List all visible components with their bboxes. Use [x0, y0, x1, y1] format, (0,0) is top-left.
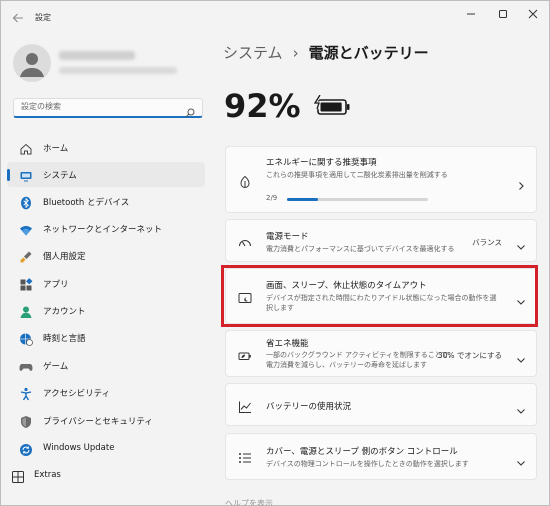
brush-icon [19, 249, 33, 263]
card-title: バッテリーの使用状況 [266, 402, 352, 412]
energy-recommendations-card[interactable]: エネルギーに関する推奨事項 これらの推奨事項を適用して二酸化炭素排出量を削減する… [225, 146, 537, 213]
card-title: 省エネ機能 [266, 339, 309, 349]
settings-window: 設定 ホーム システム [0, 0, 550, 506]
battery-percentage: 92% [224, 87, 301, 125]
maximize-icon[interactable] [493, 7, 513, 21]
sidebar-item-label: 個人用設定 [43, 252, 86, 262]
list-settings-icon [238, 450, 252, 464]
sidebar-item-personalization[interactable]: 個人用設定 [7, 243, 205, 268]
sidebar-item-label: Extras [34, 470, 61, 480]
sidebar-item-system[interactable]: システム [7, 162, 205, 187]
close-icon[interactable] [523, 7, 543, 21]
speedometer-icon [238, 235, 252, 249]
sidebar-item-label: ゲーム [43, 362, 69, 372]
sidebar-item-bluetooth[interactable]: Bluetooth とデバイス [7, 189, 205, 214]
account-icon [19, 304, 33, 318]
card-description: デバイスの物理コントロールを操作したときの動作を選択します [266, 460, 469, 468]
sidebar-item-label: Windows Update [43, 443, 115, 453]
app-title: 設定 [35, 13, 51, 22]
sidebar-item-home[interactable]: ホーム [7, 135, 205, 160]
avatar[interactable] [13, 44, 51, 82]
chevron-right-icon [516, 176, 526, 190]
sidebar-item-label: プライバシーとセキュリティ [43, 417, 153, 427]
sidebar-item-extras[interactable]: Extras [1, 463, 199, 488]
battery-usage-card[interactable]: バッテリーの使用状況 [225, 383, 537, 426]
sidebar-item-apps[interactable]: アプリ [7, 271, 205, 296]
home-icon [19, 141, 33, 155]
power-mode-value[interactable]: バランス [472, 237, 502, 248]
chevron-down-icon[interactable] [516, 237, 526, 250]
user-name-redacted [59, 51, 135, 60]
extras-icon [11, 469, 25, 483]
card-title: 電源モード [266, 232, 309, 242]
update-icon [19, 442, 33, 456]
bluetooth-icon [19, 195, 33, 210]
shield-icon [19, 414, 33, 428]
card-description: 一部のバックグラウンド アクティビティを制限することで、電力消費を減らし、バッテ… [266, 351, 456, 369]
chevron-down-icon[interactable] [516, 453, 526, 466]
sidebar-item-windows-update[interactable]: Windows Update [7, 436, 205, 461]
highlight-box [221, 265, 538, 327]
battery-leaf-icon [238, 348, 252, 362]
progress-fill [287, 198, 319, 201]
battery-charging-icon [312, 94, 352, 117]
sidebar-item-label: ネットワークとインターネット [43, 225, 163, 235]
progress-bar [287, 198, 428, 201]
card-title: カバー、電源とスリープ 側のボタン コントロール [266, 447, 458, 457]
sidebar-item-label: ホーム [43, 144, 69, 154]
gamepad-icon [19, 359, 33, 373]
back-arrow-icon[interactable] [11, 10, 25, 24]
sidebar-item-network[interactable]: ネットワークとインターネット [7, 216, 205, 241]
sidebar-item-label: Bluetooth とデバイス [43, 198, 130, 208]
sidebar-item-label: システム [43, 171, 77, 181]
sidebar-item-label: 時刻と言語 [43, 334, 86, 344]
breadcrumb-separator: › [292, 44, 299, 62]
energy-saver-value[interactable]: 30% でオンにする [438, 350, 502, 361]
sidebar-item-accessibility[interactable]: アクセシビリティ [7, 380, 205, 405]
sidebar-item-label: アクセシビリティ [43, 389, 111, 399]
chevron-down-icon[interactable] [516, 401, 526, 414]
wifi-icon [19, 222, 33, 236]
accessibility-icon [19, 386, 33, 401]
system-icon [19, 168, 33, 182]
title-bar: 設定 [1, 1, 549, 33]
user-email-redacted [59, 67, 177, 74]
search-box[interactable] [13, 98, 203, 118]
leaf-icon [238, 174, 252, 188]
card-description: これらの推奨事項を適用して二酸化炭素排出量を削減する [266, 171, 448, 179]
energy-saver-card[interactable]: 省エネ機能 一部のバックグラウンド アクティビティを制限することで、電力消費を減… [225, 330, 537, 377]
sidebar-item-label: アプリ [43, 280, 69, 290]
breadcrumb: システム › 電源とバッテリー [223, 42, 429, 63]
help-link-partial[interactable]: ヘルプを表示 [225, 498, 273, 506]
lid-power-button-card[interactable]: カバー、電源とスリープ 側のボタン コントロール デバイスの物理コントロールを操… [225, 433, 537, 480]
card-description: 電力消費とパフォーマンスに基づいてデバイスを最適化する [266, 245, 455, 253]
sidebar-item-privacy[interactable]: プライバシーとセキュリティ [7, 408, 205, 433]
card-title: エネルギーに関する推奨事項 [266, 158, 377, 168]
page-title: 電源とバッテリー [308, 44, 429, 62]
search-icon[interactable] [185, 103, 195, 118]
person-icon [20, 53, 44, 77]
sidebar-item-accounts[interactable]: アカウント [7, 298, 205, 323]
chevron-down-icon[interactable] [516, 350, 526, 363]
usage-chart-icon [238, 399, 252, 413]
sidebar-item-gaming[interactable]: ゲーム [7, 353, 205, 378]
progress-label: 2/9 [266, 194, 278, 202]
minimize-icon[interactable] [461, 7, 481, 21]
sidebar-item-label: アカウント [43, 307, 86, 317]
apps-icon [19, 277, 33, 291]
breadcrumb-parent[interactable]: システム [223, 44, 283, 62]
search-input[interactable] [21, 102, 181, 111]
globe-clock-icon [19, 331, 33, 346]
power-mode-card[interactable]: 電源モード 電力消費とパフォーマンスに基づいてデバイスを最適化する バランス [225, 219, 537, 262]
sidebar-item-time-language[interactable]: 時刻と言語 [7, 325, 205, 350]
